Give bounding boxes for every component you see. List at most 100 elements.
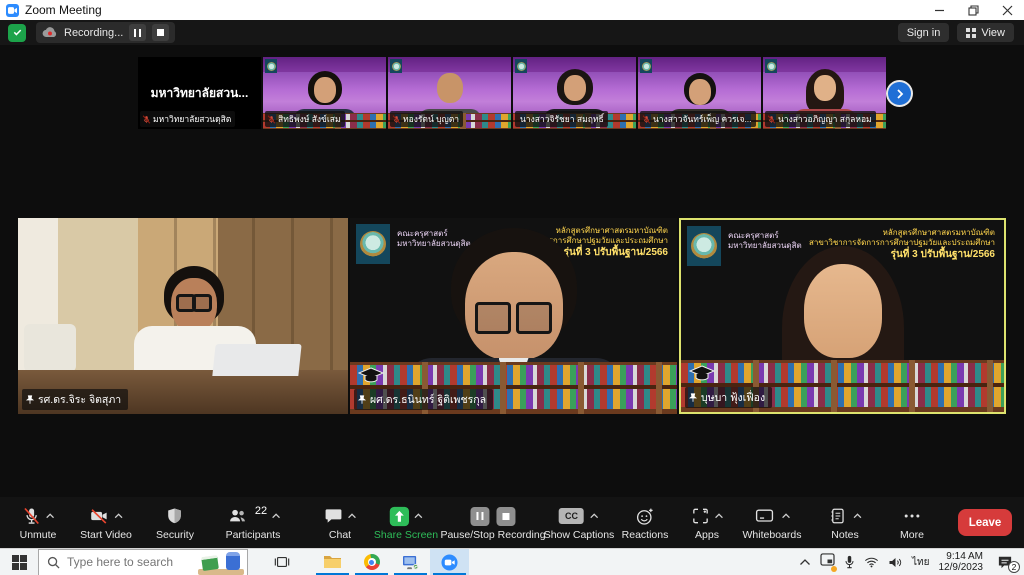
notes-button[interactable]: Notes xyxy=(828,504,862,541)
toolbar-label: Chat xyxy=(329,529,351,541)
participant-name: นางสาวจิรัชยา สมฤทธิ์ xyxy=(517,112,604,126)
whiteboards-button[interactable]: Whiteboards xyxy=(743,504,802,541)
computer-app-button[interactable] xyxy=(391,549,430,575)
recording-indicator: Recording... xyxy=(36,22,175,43)
laptop xyxy=(212,344,301,376)
pause-recording-button[interactable] xyxy=(129,24,146,41)
backpack-doodle xyxy=(226,552,240,570)
task-view-button[interactable] xyxy=(262,549,301,575)
pause-recording-button[interactable] xyxy=(470,507,489,526)
thumbnail-tile[interactable]: นางสาวอภิญญา สกุลหอม xyxy=(763,57,886,129)
chevron-up-icon[interactable] xyxy=(781,513,790,519)
sign-in-button[interactable]: Sign in xyxy=(898,23,950,42)
tray-chevron-up-icon[interactable] xyxy=(799,558,811,566)
tray-time: 9:14 AM xyxy=(939,551,984,562)
wifi-icon[interactable] xyxy=(864,556,879,568)
whiteboard-icon xyxy=(753,506,775,526)
muted-mic-icon xyxy=(642,115,651,124)
virtual-background-banner xyxy=(263,57,386,72)
participant-name: ทองรัตน์ บุญตา xyxy=(403,112,459,126)
file-explorer-button[interactable] xyxy=(313,549,352,575)
name-tag: สิทธิพงษ์ สังข์เสม xyxy=(265,111,345,127)
taskbar-search[interactable] xyxy=(38,549,248,575)
computer-icon xyxy=(402,555,419,570)
pause-icon xyxy=(476,512,483,520)
chrome-button[interactable] xyxy=(352,549,391,575)
chevron-up-icon[interactable] xyxy=(715,513,724,519)
name-tag: นางสาวอภิญญา สกุลหอม xyxy=(765,111,876,127)
participants-button[interactable]: 22 Participants xyxy=(226,504,281,541)
system-tray: ไทย 9:14 AM 12/9/2023 2 xyxy=(799,551,1024,573)
chevron-up-icon[interactable] xyxy=(590,513,599,519)
close-button[interactable] xyxy=(990,0,1024,20)
more-button[interactable]: More xyxy=(900,504,924,541)
thumbnail-tile[interactable]: นางสาวจันทร์เพ็ญ ควรเจ... xyxy=(638,57,761,129)
muted-mic-icon xyxy=(142,115,151,124)
minimize-button[interactable] xyxy=(922,0,956,20)
pause-stop-recording-control[interactable]: Pause/Stop Recording xyxy=(440,504,545,541)
meeting-top-right: Sign in View xyxy=(898,23,1014,42)
taskbar-clock[interactable]: 9:14 AM 12/9/2023 xyxy=(939,551,984,573)
next-page-button[interactable] xyxy=(888,82,911,105)
thumbnail-tile[interactable]: สิทธิพงษ์ สังข์เสม xyxy=(263,57,386,129)
zoom-taskbar-button[interactable] xyxy=(430,549,469,575)
participant-name: สิทธิพงษ์ สังข์เสม xyxy=(278,112,341,126)
participants-icon xyxy=(226,506,250,526)
video-tile[interactable]: คณะครุศาสตร์ มหาวิทยาลัยสวนดุสิต หลักสูต… xyxy=(350,218,677,414)
speaker-icon[interactable] xyxy=(888,556,903,569)
encryption-shield-icon[interactable] xyxy=(8,24,26,42)
search-doodle xyxy=(198,549,244,575)
name-tag: บุษบา ฟุ้งเฟื่อง xyxy=(685,387,772,408)
name-tag: มหาวิทยาลัยสวนดุสิต xyxy=(140,111,235,127)
chevron-up-icon[interactable] xyxy=(271,513,280,519)
thumbnail-tile[interactable]: มหาวิทยาลัยสวน... มหาวิทยาลัยสวนดุสิต xyxy=(138,57,261,129)
language-indicator[interactable]: ไทย xyxy=(912,555,929,570)
main-video-area: รศ.ดร.จิระ จิตสุภา คณะครุศาสตร์ มหาวิทยา… xyxy=(0,218,1024,414)
status-dot xyxy=(831,566,837,572)
thumbnail-tile[interactable]: ทองรัตน์ บุญตา xyxy=(388,57,511,129)
toolbar-label: Show Captions xyxy=(544,529,615,541)
start-video-button[interactable]: Start Video xyxy=(80,504,132,541)
chevron-up-icon[interactable] xyxy=(348,513,357,519)
tray-microphone-icon[interactable] xyxy=(844,555,855,569)
view-button[interactable]: View xyxy=(957,23,1014,42)
security-button[interactable]: Security xyxy=(156,504,194,541)
video-tile[interactable]: รศ.ดร.จิระ จิตสุภา xyxy=(18,218,348,414)
name-tag: นางสาวจันทร์เพ็ญ ควรเจ... xyxy=(640,111,756,127)
camera-off-icon xyxy=(88,506,110,526)
chevron-up-icon[interactable] xyxy=(114,513,123,519)
cloud-recording-icon xyxy=(42,27,58,39)
restore-button[interactable] xyxy=(956,0,990,20)
stop-icon xyxy=(502,513,509,520)
chevron-up-icon[interactable] xyxy=(414,513,423,519)
virtual-background-banner xyxy=(638,57,761,72)
chevron-up-icon[interactable] xyxy=(45,513,54,519)
meeting-top-bar: Recording... Sign in View xyxy=(0,20,1024,45)
sign-in-label: Sign in xyxy=(907,27,941,39)
title-bar: Zoom Meeting xyxy=(0,0,1024,20)
file-explorer-icon xyxy=(324,555,341,569)
participant-name: รศ.ดร.จิระ จิตสุภา xyxy=(38,391,121,408)
tray-app-icon[interactable] xyxy=(820,553,835,571)
closed-captions-icon: CC xyxy=(559,508,584,524)
share-screen-button[interactable]: Share Screen xyxy=(374,504,438,541)
video-tile-active-speaker[interactable]: คณะครุศาสตร์ มหาวิทยาลัยสวนดุสิต หลักสูต… xyxy=(679,218,1006,414)
reactions-button[interactable]: Reactions xyxy=(622,504,669,541)
leave-button[interactable]: Leave xyxy=(958,509,1012,536)
chevron-up-icon[interactable] xyxy=(853,513,862,519)
start-button[interactable] xyxy=(0,549,38,575)
recording-label: Recording... xyxy=(64,27,123,39)
unmute-button[interactable]: Unmute xyxy=(20,504,57,541)
apps-button[interactable]: Apps xyxy=(691,504,724,541)
show-captions-button[interactable]: CC Show Captions xyxy=(544,504,615,541)
chat-button[interactable]: Chat xyxy=(324,504,357,541)
toolbar-label: Start Video xyxy=(80,529,132,541)
stop-recording-button[interactable] xyxy=(496,507,515,526)
search-input[interactable] xyxy=(67,555,177,569)
pin-icon xyxy=(25,395,35,405)
stop-recording-button[interactable] xyxy=(152,24,169,41)
thumbnail-tile[interactable]: นางสาวจิรัชยา สมฤทธิ์ xyxy=(513,57,636,129)
name-tag: รศ.ดร.จิระ จิตสุภา xyxy=(22,389,128,410)
action-center-button[interactable]: 2 xyxy=(992,551,1018,573)
stop-icon xyxy=(157,29,164,36)
